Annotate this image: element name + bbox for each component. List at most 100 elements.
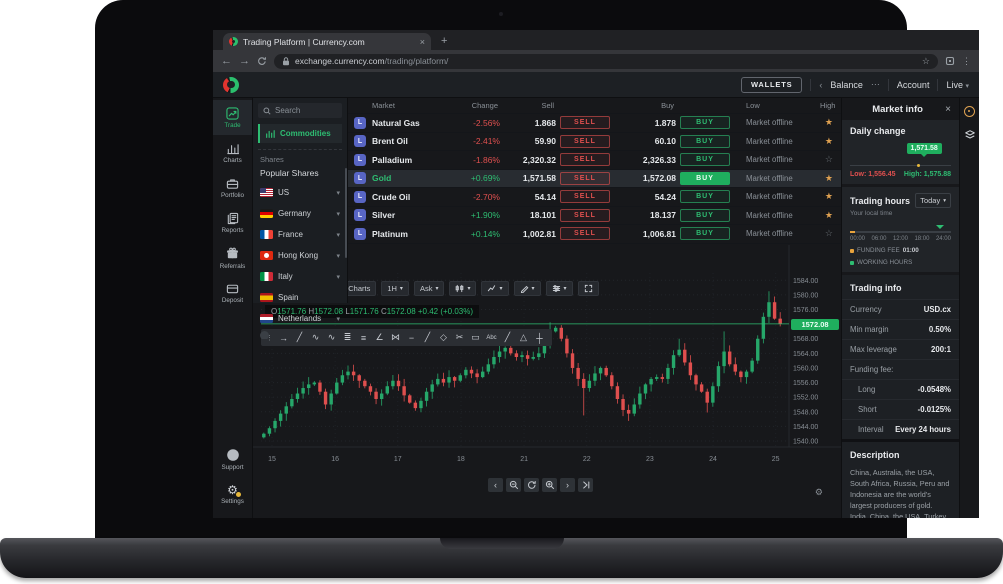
search-box[interactable] (258, 103, 342, 118)
nav-trade[interactable]: Trade (213, 100, 252, 135)
country-netherlands[interactable]: Netherlands▾ (258, 308, 342, 329)
new-tab-button[interactable]: + (441, 33, 447, 50)
chevron-down-icon[interactable]: ▾ (336, 231, 340, 239)
favorite-star[interactable]: ★ (818, 173, 833, 184)
draw-tool-icon[interactable]: ≣ (340, 332, 355, 343)
nav-reports[interactable]: Reports (213, 205, 252, 240)
info-icon[interactable] (964, 106, 975, 117)
country-france[interactable]: France▾ (258, 224, 342, 245)
table-row[interactable]: L Natural Gas -2.56% 1.868 SELL 1.878 BU… (348, 114, 841, 133)
draw-tool-icon[interactable]: ▭ (468, 332, 483, 343)
axis-settings-gear-icon[interactable]: ⚙ (815, 487, 823, 498)
buy-button[interactable]: BUY (680, 172, 730, 185)
draw-tool-icon[interactable]: ∠ (372, 332, 387, 343)
favorite-star[interactable]: ☆ (818, 154, 833, 165)
country-hong-kong[interactable]: Hong Kong▾ (258, 245, 342, 266)
category-commodities[interactable]: Commodities (258, 124, 342, 143)
nav-portfolio[interactable]: Portfolio (213, 170, 252, 205)
scrollbar[interactable] (345, 168, 347, 258)
country-spain[interactable]: Spain▾ (258, 287, 342, 308)
go-to-end-button[interactable] (578, 478, 593, 492)
table-row[interactable]: L Brent Oil -2.41% 59.90 SELL 60.10 BUY … (348, 133, 841, 152)
draw-tool-icon[interactable]: ✂ (452, 332, 467, 343)
draw-tool-icon[interactable]: ╱ (420, 332, 435, 343)
buy-button[interactable]: BUY (680, 209, 730, 222)
address-bar[interactable]: exchange.currency.com/trading/platform/ … (274, 54, 938, 69)
pan-left-button[interactable]: ‹ (488, 478, 503, 492)
table-row[interactable]: L Crude Oil -2.70% 54.14 SELL 54.24 BUY … (348, 188, 841, 207)
sell-button[interactable]: SELL (560, 209, 610, 222)
wallets-button[interactable]: WALLETS (741, 77, 802, 93)
timeframe-select[interactable]: 1H ▾ (381, 281, 409, 296)
draw-tool-icon[interactable]: Abc (484, 335, 499, 341)
zoom-in-button[interactable] (542, 478, 557, 492)
forward-icon[interactable]: → (239, 55, 250, 67)
favorite-star[interactable]: ★ (818, 191, 833, 202)
country-germany[interactable]: Germany▾ (258, 203, 342, 224)
buy-button[interactable]: BUY (680, 153, 730, 166)
table-row[interactable]: L Platinum +0.14% 1,002.81 SELL 1,006.81… (348, 225, 841, 244)
draw-tool-icon[interactable]: ┼ (532, 333, 547, 343)
sell-button[interactable]: SELL (560, 172, 610, 185)
balance-more-icon[interactable]: ⋯ (871, 79, 880, 90)
balance-label[interactable]: Balance (830, 80, 863, 90)
sell-button[interactable]: SELL (560, 190, 610, 203)
layers-icon[interactable] (964, 129, 976, 141)
table-row[interactable]: L Palladium -1.86% 2,320.32 SELL 2,326.3… (348, 151, 841, 170)
pan-right-button[interactable]: › (560, 478, 575, 492)
chevron-left-icon[interactable]: ‹ (819, 80, 822, 90)
sell-button[interactable]: SELL (560, 153, 610, 166)
draw-tool-icon[interactable]: ⋈ (388, 332, 403, 343)
chevron-down-icon[interactable]: ▾ (336, 189, 340, 197)
price-type-select[interactable]: Ask ▾ (414, 281, 445, 296)
extension-icon[interactable] (945, 56, 955, 66)
sell-button[interactable]: SELL (560, 135, 610, 148)
close-icon[interactable]: × (945, 104, 951, 115)
back-icon[interactable]: ← (221, 55, 232, 67)
chevron-down-icon[interactable]: ▾ (336, 315, 340, 323)
chevron-down-icon[interactable]: ▾ (336, 273, 340, 281)
browser-tab[interactable]: Trading Platform | Currency.com × (223, 33, 431, 50)
draw-tool-icon[interactable]: ≡ (356, 333, 371, 343)
nav-referrals[interactable]: Referrals (213, 240, 252, 275)
favorite-star[interactable]: ★ (818, 210, 833, 221)
fullscreen-button[interactable] (578, 281, 599, 296)
buy-button[interactable]: BUY (680, 135, 730, 148)
nav-settings[interactable]: ⚙ Settings (213, 477, 252, 512)
favorite-star[interactable]: ☆ (818, 228, 833, 239)
bookmark-star-icon[interactable]: ☆ (922, 56, 930, 67)
nav-deposit[interactable]: Deposit (213, 275, 252, 310)
draw-tool-icon[interactable]: − (404, 333, 419, 343)
drawing-select[interactable]: ▾ (514, 281, 541, 296)
tab-close-icon[interactable]: × (420, 37, 425, 47)
table-row[interactable]: L Silver +1.90% 18.101 SELL 18.137 BUY M… (348, 207, 841, 226)
buy-button[interactable]: BUY (680, 227, 730, 240)
chevron-down-icon[interactable]: ▾ (336, 210, 340, 218)
refresh-icon[interactable] (257, 56, 267, 66)
draw-tool-icon[interactable]: ◇ (436, 332, 451, 343)
favorite-star[interactable]: ★ (818, 136, 833, 147)
sell-button[interactable]: SELL (560, 227, 610, 240)
account-button[interactable]: Account (897, 80, 930, 90)
indicators-select[interactable]: ▾ (481, 281, 508, 296)
browser-menu-icon[interactable]: ⋮ (962, 56, 971, 67)
country-italy[interactable]: Italy▾ (258, 266, 342, 287)
sell-button[interactable]: SELL (560, 116, 610, 129)
reset-zoom-button[interactable] (524, 478, 539, 492)
table-row-gold[interactable]: L Gold +0.69% 1,571.58 SELL 1,572.08 BUY… (348, 170, 841, 189)
nav-charts[interactable]: Charts (213, 135, 252, 170)
day-select[interactable]: Today▾ (915, 193, 951, 208)
draw-tool-icon[interactable]: ╱ (500, 332, 515, 343)
chevron-down-icon[interactable]: ▾ (336, 252, 340, 260)
chart-style-select[interactable]: ▾ (449, 281, 476, 296)
search-input[interactable] (275, 106, 335, 115)
live-selector[interactable]: Live ▾ (946, 80, 969, 90)
buy-button[interactable]: BUY (680, 116, 730, 129)
chart-settings-select[interactable]: ▾ (546, 281, 573, 296)
favorite-star[interactable]: ★ (818, 117, 833, 128)
draw-tool-icon[interactable]: △ (516, 332, 531, 343)
country-us[interactable]: US▾ (258, 182, 342, 203)
zoom-out-button[interactable] (506, 478, 521, 492)
buy-button[interactable]: BUY (680, 190, 730, 203)
nav-support[interactable]: Support (213, 442, 252, 477)
